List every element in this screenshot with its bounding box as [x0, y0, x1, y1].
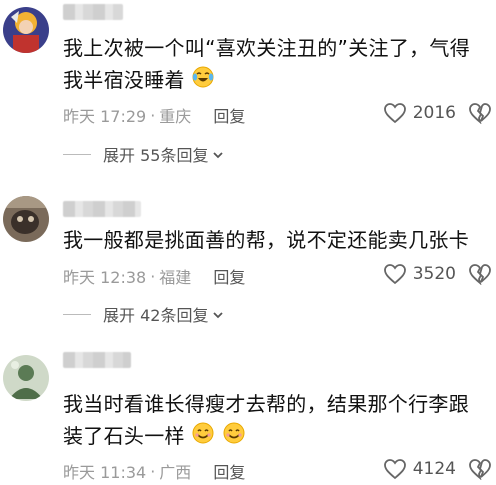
comment-meta: 昨天 17:29 · 重庆 回复: [63, 103, 245, 127]
like-button[interactable]: 2016: [383, 102, 456, 124]
expand-replies-label: 展开 55条回复: [103, 146, 209, 165]
comment-text: 我一般都是挑面善的帮，说不定还能卖几张卡: [63, 224, 482, 256]
meta-separator: ·: [150, 266, 156, 286]
broken-heart-icon: [469, 103, 491, 125]
laughing-crying-emoji-icon: [191, 65, 215, 98]
smiling-emoji-icon: [191, 421, 215, 454]
meta-separator: ·: [150, 105, 156, 125]
comment-body: 我一般都是挑面善的帮，说不定还能卖几张卡: [63, 228, 469, 252]
comment-meta: 昨天 11:34 · 广西 回复: [63, 459, 245, 483]
expand-replies[interactable]: 展开 42条回复: [63, 302, 224, 326]
comment-text: 我上次被一个叫“喜欢关注丑的”关注了，气得我半宿没睡着: [63, 32, 482, 98]
smiling-emoji-icon: [222, 421, 246, 454]
username-blurred[interactable]: [63, 201, 141, 217]
expand-replies[interactable]: 展开 55条回复: [63, 142, 224, 166]
comment-body: 我当时看谁长得瘦才去帮的，结果那个行李跟装了石头一样: [63, 392, 469, 448]
comment-location: 福建: [159, 268, 192, 287]
dislike-button[interactable]: [468, 458, 492, 484]
reply-button[interactable]: 回复: [213, 264, 245, 288]
avatar[interactable]: [3, 355, 49, 401]
broken-heart-icon: [469, 459, 491, 481]
username-blurred[interactable]: [63, 352, 131, 368]
comment-meta: 昨天 12:38 · 福建 回复: [63, 264, 245, 288]
reply-button[interactable]: 回复: [213, 459, 245, 483]
comment-location: 重庆: [159, 107, 192, 126]
comment-body: 我上次被一个叫“喜欢关注丑的”关注了，气得我半宿没睡着: [63, 36, 471, 92]
heart-icon: [383, 459, 406, 480]
like-button[interactable]: 3520: [383, 263, 456, 285]
comment-time: 昨天 12:38: [63, 268, 147, 287]
broken-heart-icon: [469, 264, 491, 286]
like-count: 4124: [412, 459, 456, 479]
reply-button[interactable]: 回复: [213, 103, 245, 127]
divider-line: [63, 153, 91, 155]
expand-replies-label: 展开 42条回复: [103, 306, 209, 325]
avatar[interactable]: [3, 7, 49, 53]
chevron-down-icon: [212, 305, 224, 324]
like-button[interactable]: 4124: [383, 458, 456, 480]
dislike-button[interactable]: [468, 263, 492, 289]
avatar[interactable]: [3, 196, 49, 242]
divider-line: [63, 313, 91, 315]
comment-time: 昨天 11:34: [63, 463, 147, 482]
heart-icon: [383, 264, 406, 285]
like-count: 3520: [412, 264, 456, 284]
heart-icon: [383, 103, 406, 124]
comment-text: 我当时看谁长得瘦才去帮的，结果那个行李跟装了石头一样: [63, 388, 482, 454]
dislike-button[interactable]: [468, 102, 492, 128]
meta-separator: ·: [150, 461, 156, 481]
like-count: 2016: [412, 103, 456, 123]
chevron-down-icon: [212, 145, 224, 164]
comment-time: 昨天 17:29: [63, 107, 147, 126]
username-blurred[interactable]: [63, 4, 123, 20]
comment-location: 广西: [159, 463, 192, 482]
